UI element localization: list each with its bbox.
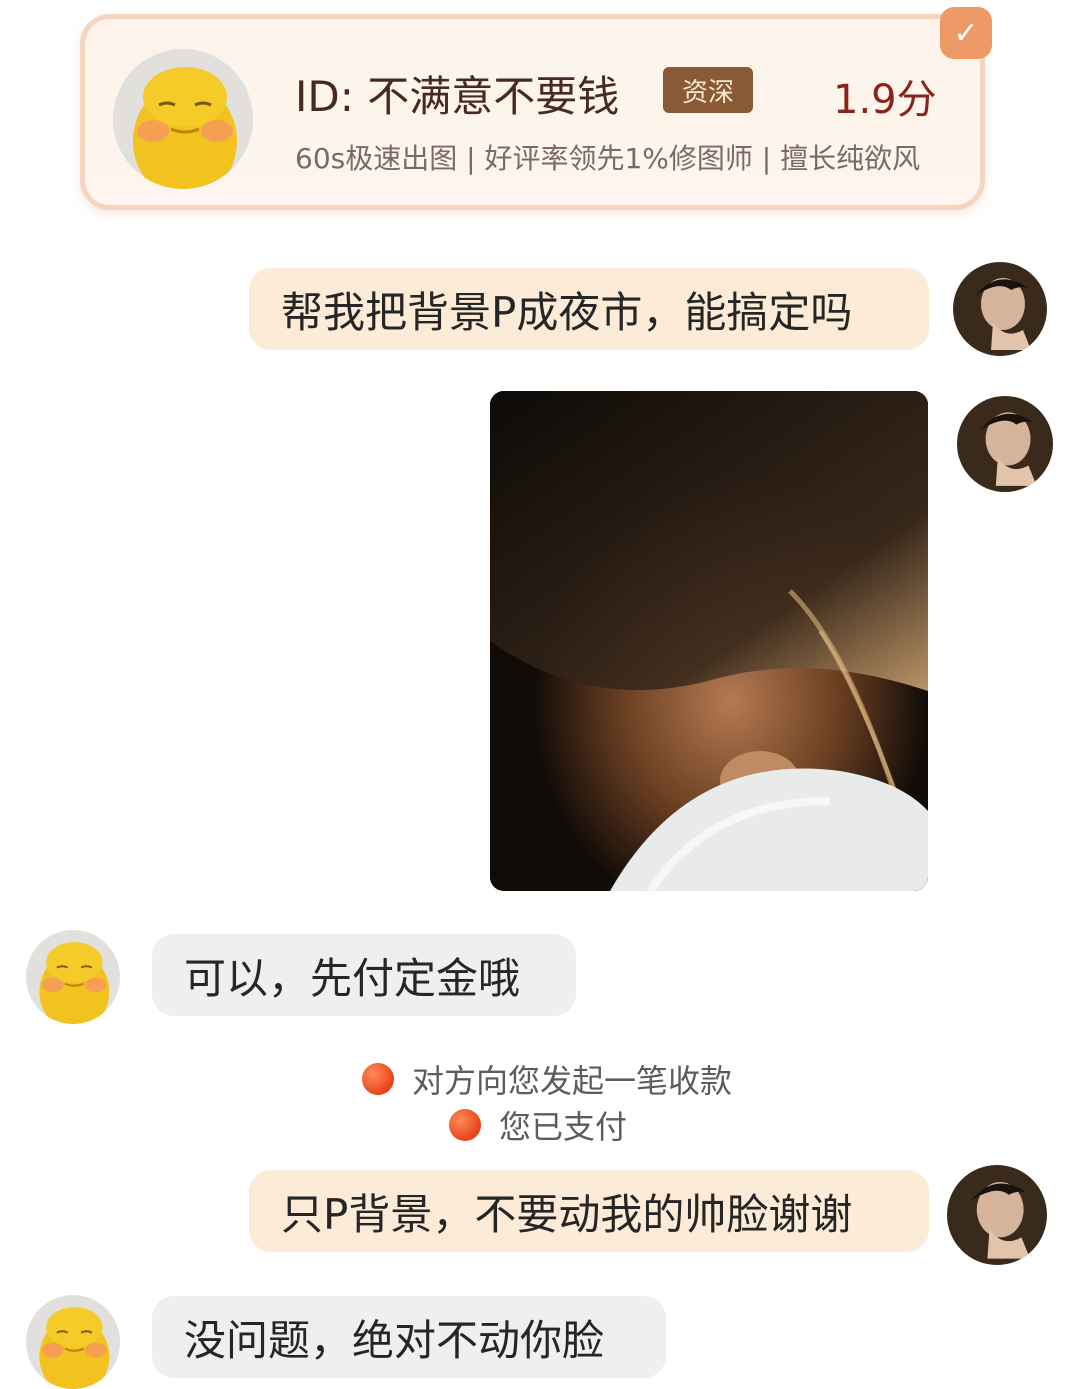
payment-request-notice: 对方向您发起一笔收款 [362,1056,732,1102]
retoucher-id: ID: 不满意不要钱 [295,72,620,121]
senior-badge: 资深 [663,67,753,113]
status-dot-icon [362,1063,394,1095]
retoucher-avatar[interactable] [26,930,120,1024]
rating-score: 1.9分 [833,77,937,123]
payment-done-notice: 您已支付 [449,1102,627,1148]
message-text: 帮我把背景P成夜市，能搞定吗 [281,287,853,337]
message-text: 可以，先付定金哦 [184,953,521,1003]
my-avatar[interactable] [957,396,1053,492]
chat-bubble-them[interactable]: 没问题，绝对不动你脸 [152,1296,666,1378]
profile-card[interactable]: ✓ ID: 不满意不要钱 资深 1.9分 60s极速出图 | 好评率领先1%修图… [80,7,992,210]
check-icon: ✓ [940,7,992,59]
chat-bubble-them[interactable]: 可以，先付定金哦 [152,934,576,1016]
notice-text: 对方向您发起一笔收款 [412,1062,733,1100]
message-text: 只P背景，不要动我的帅脸谢谢 [281,1189,853,1239]
my-avatar[interactable] [947,1165,1047,1265]
retoucher-description: 60s极速出图 | 好评率领先1%修图师 | 擅长纯欲风 [295,142,921,175]
notice-text: 您已支付 [499,1108,628,1146]
retoucher-avatar[interactable] [26,1295,120,1389]
retoucher-avatar[interactable] [113,49,253,189]
chat-bubble-me[interactable]: 帮我把背景P成夜市，能搞定吗 [249,268,929,350]
message-text: 没问题，绝对不动你脸 [184,1315,605,1365]
my-avatar[interactable] [953,262,1047,356]
status-dot-icon [449,1109,481,1141]
sent-photo[interactable] [490,391,928,891]
chat-bubble-me[interactable]: 只P背景，不要动我的帅脸谢谢 [249,1170,929,1252]
